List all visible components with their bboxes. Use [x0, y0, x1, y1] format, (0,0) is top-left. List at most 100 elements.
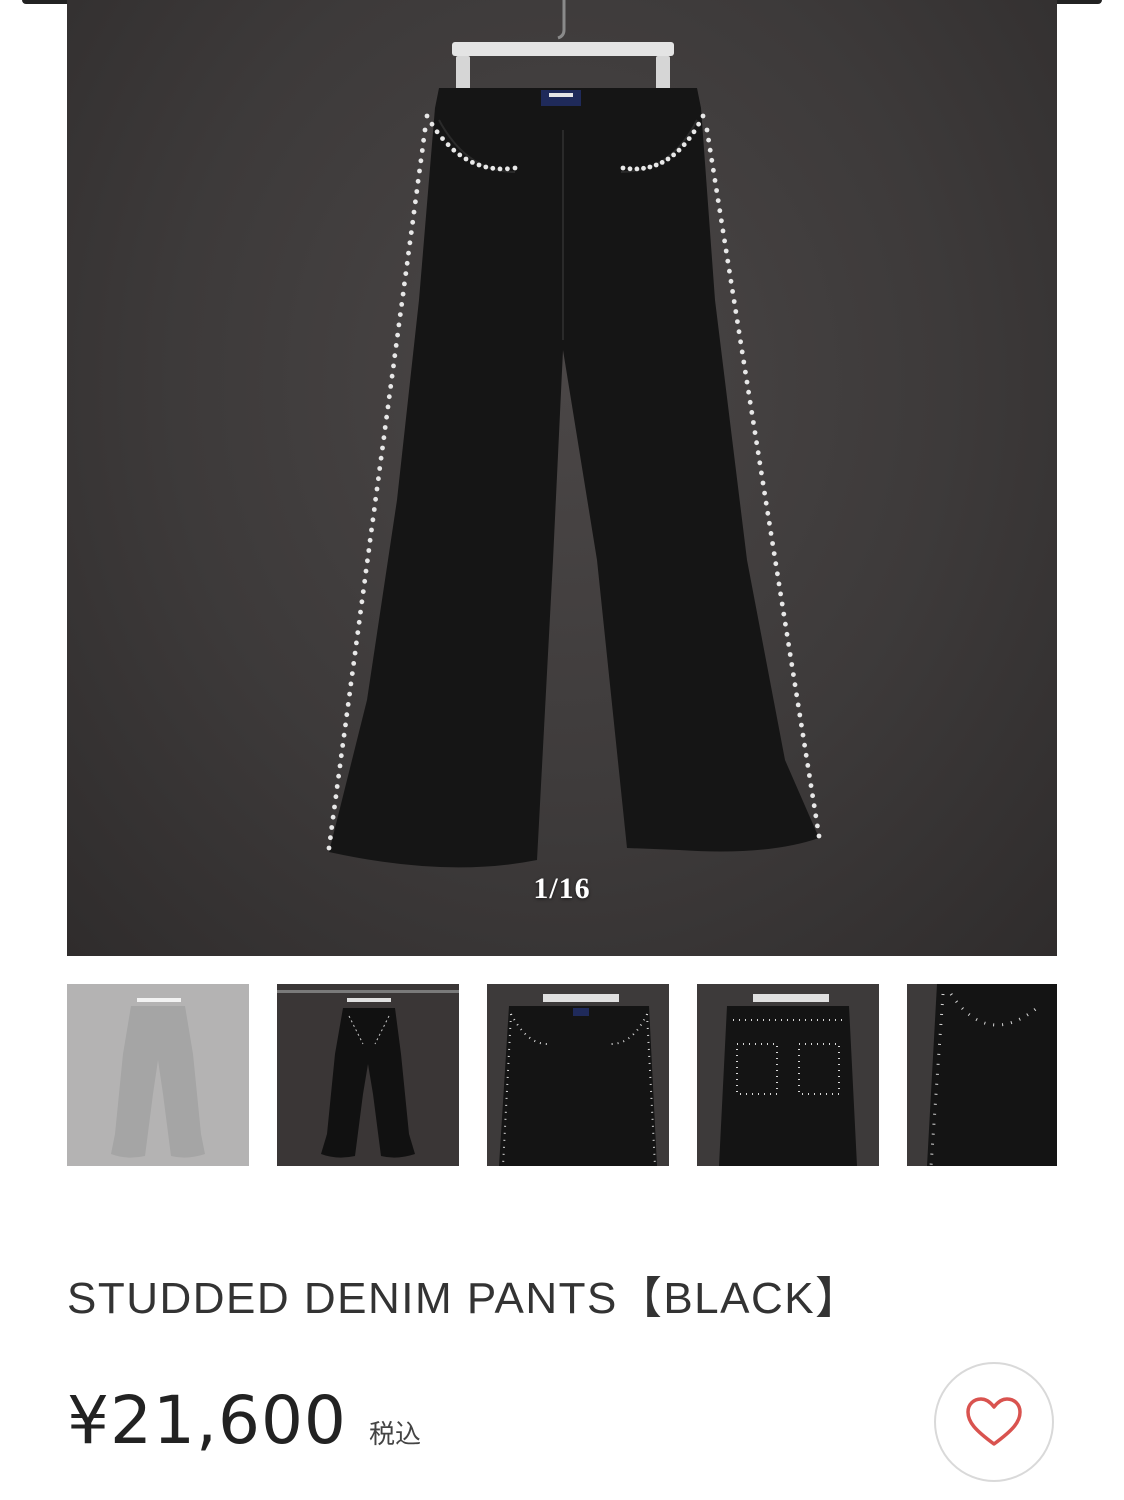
stud — [445, 142, 451, 148]
thumbnail-4-image — [697, 984, 879, 1166]
price-row: ¥21,600 税込 — [67, 1382, 421, 1459]
stud — [792, 682, 798, 688]
stud — [762, 490, 767, 496]
stud — [393, 343, 399, 348]
stud — [749, 410, 755, 415]
stud — [384, 414, 389, 420]
stud — [665, 156, 671, 162]
stud — [725, 258, 731, 264]
stud — [328, 835, 333, 841]
stud — [787, 652, 793, 657]
stud — [775, 571, 780, 577]
stud — [378, 455, 384, 461]
stud — [413, 199, 418, 205]
stud — [681, 142, 687, 148]
stud — [377, 466, 383, 471]
stud — [759, 470, 764, 476]
thumbnail-3-image — [487, 984, 669, 1166]
stud — [374, 486, 380, 492]
stud — [784, 631, 790, 637]
stud — [338, 753, 344, 759]
stud — [363, 568, 369, 574]
stud — [385, 404, 391, 410]
stud — [367, 537, 373, 543]
stud — [497, 166, 503, 172]
stud — [720, 228, 726, 234]
stud — [754, 440, 759, 446]
stud — [706, 137, 711, 143]
stud — [360, 589, 366, 594]
stud — [380, 445, 385, 451]
stud — [802, 742, 807, 748]
stud — [381, 435, 387, 441]
thumbnail-1[interactable] — [67, 984, 249, 1166]
thumbnail-4[interactable] — [697, 984, 879, 1166]
stud — [397, 312, 403, 317]
stud — [365, 558, 370, 564]
stud — [741, 359, 747, 365]
thumbnail-2[interactable] — [277, 984, 459, 1166]
stud — [417, 168, 422, 174]
stud — [744, 379, 750, 385]
stud — [736, 329, 742, 335]
stud — [779, 601, 785, 607]
stud — [406, 250, 411, 256]
stud — [512, 165, 518, 171]
stud — [399, 302, 405, 307]
stud — [707, 147, 713, 153]
stud — [343, 722, 348, 728]
main-product-image[interactable]: 1/16 — [67, 0, 1057, 956]
stud — [424, 113, 430, 119]
product-price: ¥21,600 — [67, 1382, 347, 1459]
thumbnail-3[interactable] — [487, 984, 669, 1166]
stud — [781, 611, 787, 617]
stud — [434, 129, 440, 135]
stud — [344, 712, 350, 718]
tax-included-label: 税込 — [368, 1420, 421, 1450]
stud — [691, 129, 697, 135]
stud — [440, 136, 445, 142]
stud — [712, 178, 718, 183]
thumbnail-5[interactable] — [907, 984, 1057, 1166]
stud — [483, 164, 489, 170]
thumbnail-strip[interactable] — [67, 984, 1057, 1166]
stud — [414, 189, 420, 194]
stud — [768, 531, 774, 536]
stud — [347, 691, 352, 697]
stud — [627, 166, 633, 172]
favorite-button[interactable] — [934, 1362, 1054, 1482]
stud — [404, 260, 410, 266]
stud — [776, 581, 782, 587]
stud — [341, 732, 347, 738]
stud — [711, 167, 716, 173]
stud — [337, 763, 343, 769]
stud — [659, 160, 665, 165]
stud — [336, 773, 341, 779]
stud — [799, 722, 804, 728]
stud — [457, 152, 463, 158]
stud — [735, 319, 740, 324]
stud — [332, 804, 337, 810]
stud — [355, 630, 361, 635]
stud — [751, 420, 756, 425]
product-title: STUDDED DENIM PANTS【BLACK】 — [67, 1274, 861, 1323]
stud — [647, 164, 653, 170]
stud — [811, 803, 817, 809]
stud — [358, 609, 363, 615]
stud — [419, 148, 425, 153]
stud — [330, 814, 336, 820]
stud — [773, 561, 779, 567]
stud — [723, 248, 729, 254]
stud — [369, 527, 374, 533]
stud — [696, 121, 701, 127]
stud — [641, 165, 646, 171]
stud — [789, 662, 795, 667]
stud — [791, 672, 796, 677]
stud — [813, 813, 819, 819]
stud — [392, 353, 398, 359]
stud — [382, 425, 388, 430]
stud — [463, 156, 469, 162]
stud — [816, 833, 822, 839]
stud — [362, 578, 368, 584]
thumbnail-2-image — [277, 984, 459, 1166]
